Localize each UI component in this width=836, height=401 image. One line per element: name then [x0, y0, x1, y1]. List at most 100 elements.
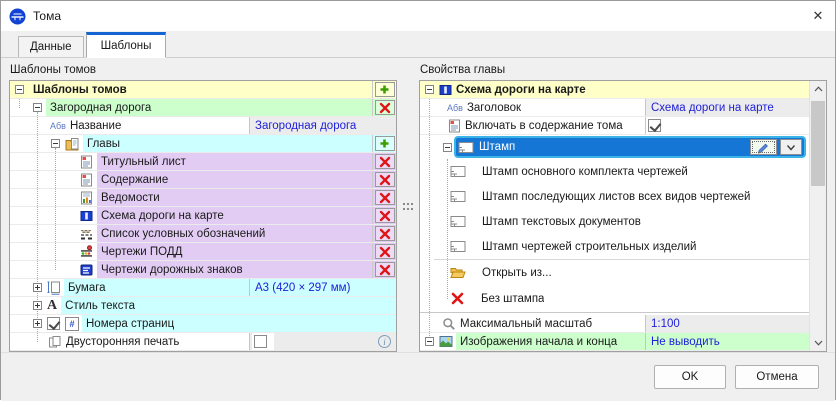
start-end-images-row[interactable]: Изображения начала и конца Не выводить	[420, 333, 809, 351]
template-row[interactable]: Загородная дорога	[10, 99, 396, 117]
delete-x-icon	[379, 156, 391, 168]
text-style-row[interactable]: A Стиль текста	[10, 297, 396, 315]
chapter-row[interactable]: Содержание	[10, 171, 396, 189]
scroll-thumb[interactable]	[811, 101, 825, 186]
expand-expander[interactable]	[33, 283, 42, 292]
stamp-option[interactable]: Штамп основного комплекта чертежей	[420, 159, 809, 184]
stamp-icon	[458, 141, 474, 154]
duplex-row[interactable]: Двусторонняя печать i	[10, 333, 396, 351]
chapter-row[interactable]: Схема дороги на карте	[10, 207, 396, 225]
collapse-expander[interactable]	[51, 139, 60, 148]
stamp-selection[interactable]: Штамп	[454, 136, 806, 158]
include-checkbox[interactable]	[648, 119, 661, 132]
pencil-icon	[757, 141, 771, 154]
expand-expander[interactable]	[33, 301, 42, 310]
edit-stamp-button[interactable]	[750, 139, 777, 155]
ok-button[interactable]: OK	[654, 365, 726, 389]
template-name: Загородная дорога	[50, 102, 151, 114]
panel-splitter[interactable]	[397, 62, 419, 352]
chevron-down-icon	[785, 142, 797, 153]
volume-templates-panel: Шаблоны томов Шаблоны томов Загородная д…	[9, 62, 397, 352]
dialog-window: Тома ✕ Данные Шаблоны Шаблоны томов Шабл…	[0, 0, 836, 400]
add-template-button[interactable]	[375, 82, 395, 97]
duplex-checkbox[interactable]	[254, 335, 267, 348]
stamp-option[interactable]: Штамп текстовых документов	[420, 209, 809, 234]
info-icon[interactable]: i	[378, 335, 391, 348]
delete-x-icon	[379, 210, 391, 222]
stamp-icon	[450, 165, 466, 178]
no-stamp-option[interactable]: Без штампа	[420, 285, 809, 312]
right-panel-label: Свойства главы	[419, 62, 827, 80]
paper-row[interactable]: Бумага А3 (420 × 297 мм)	[10, 279, 396, 297]
left-panel-label: Шаблоны томов	[9, 62, 397, 80]
max-scale-row[interactable]: Максимальный масштаб 1:100	[420, 315, 809, 333]
page-numbers-row[interactable]: # Номера страниц	[10, 315, 396, 333]
delete-chapter-button[interactable]	[375, 154, 395, 169]
text-style-icon: A	[47, 299, 57, 313]
paper-value-field[interactable]: А3 (420 × 297 мм)	[249, 279, 396, 296]
include-in-toc-row[interactable]: Включать в содержание тома	[420, 117, 809, 135]
scroll-up-button[interactable]	[810, 81, 826, 97]
collapse-expander[interactable]	[15, 85, 24, 94]
chapter-properties-panel: Свойства главы Схема дороги на карте Абв…	[419, 62, 827, 352]
delete-template-button[interactable]	[375, 100, 395, 115]
collapse-expander[interactable]	[425, 337, 434, 346]
stamp-row-selected[interactable]: Штамп	[420, 135, 809, 159]
splitter-grip-icon	[403, 203, 414, 211]
images-value-field[interactable]: Не выводить	[645, 333, 809, 350]
page-numbers-checkbox[interactable]	[47, 317, 60, 330]
delete-chapter-button[interactable]	[375, 190, 395, 205]
chapter-row[interactable]: Список условных обозначений	[10, 225, 396, 243]
road-map-icon	[439, 83, 452, 97]
legend-symbols-icon	[80, 227, 93, 241]
chapter-row[interactable]: Титульный лист	[10, 153, 396, 171]
heading-value-field[interactable]: Схема дороги на карте	[645, 99, 809, 116]
open-from-option[interactable]: Открыть из...	[420, 260, 809, 285]
images-icon	[439, 335, 453, 348]
stamp-icon	[450, 190, 466, 203]
road-signs-icon	[80, 263, 93, 277]
title-bar: Тома ✕	[1, 1, 835, 31]
collapse-expander[interactable]	[425, 85, 434, 94]
max-scale-value-field[interactable]: 1:100	[645, 315, 809, 332]
chapter-header-row[interactable]: Схема дороги на карте	[420, 81, 809, 99]
scrollbar[interactable]	[809, 81, 826, 351]
stamp-option[interactable]: Штамп чертежей строительных изделий	[420, 234, 809, 259]
tab-data[interactable]: Данные	[18, 36, 84, 57]
delete-x-icon	[379, 246, 391, 258]
dialog-footer: OK Отмена	[1, 352, 835, 401]
text-abc-icon: Абв	[447, 103, 463, 113]
delete-chapter-button[interactable]	[375, 262, 395, 277]
delete-chapter-button[interactable]	[375, 226, 395, 241]
cancel-button[interactable]: Отмена	[735, 365, 819, 389]
stamp-options-list: Штамп основного комплекта чертежей Штамп…	[420, 159, 809, 313]
chapter-row[interactable]: Чертежи ПОДД	[10, 243, 396, 261]
delete-x-icon	[379, 174, 391, 186]
chapters-group-row[interactable]: Главы	[10, 135, 396, 153]
window-title: Тома	[33, 9, 61, 23]
name-value-field[interactable]: Загородная дорога	[249, 117, 396, 134]
delete-chapter-button[interactable]	[375, 244, 395, 259]
collapse-expander[interactable]	[443, 143, 452, 152]
no-stamp-x-icon	[450, 291, 465, 306]
tab-bar: Данные Шаблоны	[1, 31, 835, 58]
chapter-row[interactable]: Чертежи дорожных знаков	[10, 261, 396, 279]
expand-expander[interactable]	[33, 319, 42, 328]
stamp-option[interactable]: Штамп последующих листов всех видов черт…	[420, 184, 809, 209]
chapter-row[interactable]: Ведомости	[10, 189, 396, 207]
heading-property-row[interactable]: Абв Заголовок Схема дороги на карте	[420, 99, 809, 117]
name-property-row[interactable]: Абв Название Загородная дорога	[10, 117, 396, 135]
scroll-down-button[interactable]	[810, 335, 826, 351]
close-icon[interactable]: ✕	[801, 1, 835, 31]
tree-root-row[interactable]: Шаблоны томов	[10, 81, 396, 99]
stamp-dropdown-button[interactable]	[780, 139, 802, 155]
delete-chapter-button[interactable]	[375, 172, 395, 187]
tab-templates[interactable]: Шаблоны	[86, 32, 167, 58]
delete-chapter-button[interactable]	[375, 208, 395, 223]
chevron-up-icon	[814, 86, 823, 92]
collapse-expander[interactable]	[33, 103, 42, 112]
delete-x-icon	[379, 228, 391, 240]
add-chapter-button[interactable]	[375, 136, 395, 151]
plus-icon	[379, 84, 390, 95]
stamp-icon	[450, 240, 466, 253]
